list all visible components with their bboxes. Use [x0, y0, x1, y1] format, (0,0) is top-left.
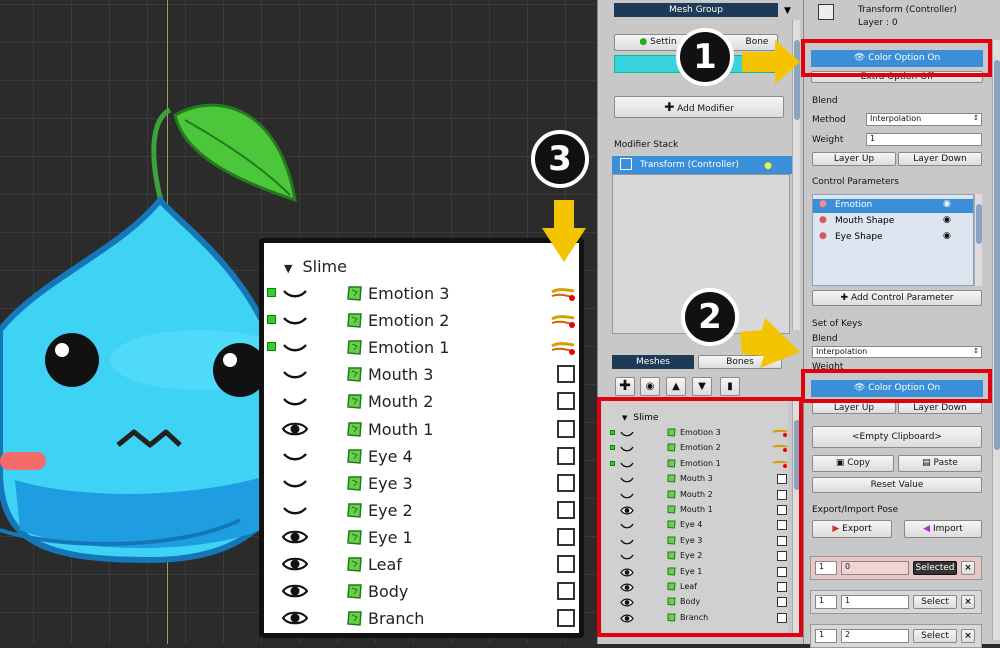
- arrow-right-icon: [742, 40, 800, 84]
- annotation-arrows: [542, 40, 800, 368]
- callout-1: 1: [676, 28, 734, 86]
- callout-3-label: 3: [548, 139, 572, 179]
- callout-2: 2: [681, 288, 739, 346]
- callout-3: 3: [531, 130, 589, 188]
- callout-2-label: 2: [698, 297, 722, 337]
- arrow-down-icon: [542, 200, 586, 262]
- callout-1-label: 1: [693, 37, 717, 77]
- arrow-right-icon: [740, 318, 800, 368]
